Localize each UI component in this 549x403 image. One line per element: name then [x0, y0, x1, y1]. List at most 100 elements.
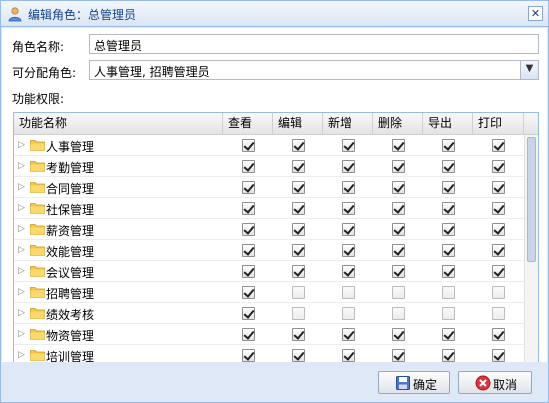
expand-arrow-icon[interactable]: ▷ [18, 308, 26, 318]
permission-checkbox-删除[interactable] [392, 349, 405, 362]
column-header-edit[interactable]: 编辑 [273, 113, 323, 134]
permission-checkbox-查看[interactable] [242, 265, 255, 278]
table-row[interactable]: ▷ 效能管理 [14, 240, 524, 261]
scrollbar-thumb[interactable] [527, 137, 536, 262]
table-row[interactable]: ▷ 考勤管理 [14, 156, 524, 177]
table-row[interactable]: ▷ 薪资管理 [14, 219, 524, 240]
permission-checkbox-导出[interactable] [442, 244, 455, 257]
permission-checkbox-导出[interactable] [442, 181, 455, 194]
assignable-role-combo[interactable]: 人事管理, 招聘管理员 ▼ [89, 60, 539, 80]
permission-checkbox-删除[interactable] [392, 265, 405, 278]
table-row[interactable]: ▷ 社保管理 [14, 198, 524, 219]
permission-checkbox-新增[interactable] [342, 181, 355, 194]
permission-checkbox-打印[interactable] [492, 307, 505, 320]
expand-arrow-icon[interactable]: ▷ [18, 224, 26, 234]
permission-checkbox-新增[interactable] [342, 328, 355, 341]
cancel-button[interactable]: 取消 [458, 371, 532, 394]
table-row[interactable]: ▷ 合同管理 [14, 177, 524, 198]
permission-checkbox-查看[interactable] [242, 349, 255, 362]
permission-checkbox-新增[interactable] [342, 244, 355, 257]
expand-arrow-icon[interactable]: ▷ [18, 329, 26, 339]
expand-arrow-icon[interactable]: ▷ [18, 350, 26, 360]
expand-arrow-icon[interactable]: ▷ [18, 266, 26, 276]
expand-arrow-icon[interactable]: ▷ [18, 287, 26, 297]
permission-checkbox-导出[interactable] [442, 202, 455, 215]
permission-checkbox-新增[interactable] [342, 349, 355, 362]
permission-checkbox-编辑[interactable] [292, 244, 305, 257]
permission-checkbox-删除[interactable] [392, 328, 405, 341]
permission-checkbox-新增[interactable] [342, 265, 355, 278]
expand-arrow-icon[interactable]: ▷ [18, 203, 26, 213]
column-header-name[interactable]: 功能名称 [14, 113, 223, 134]
permission-checkbox-打印[interactable] [492, 223, 505, 236]
expand-arrow-icon[interactable]: ▷ [18, 140, 26, 150]
permission-checkbox-新增[interactable] [342, 202, 355, 215]
permission-checkbox-打印[interactable] [492, 328, 505, 341]
permission-checkbox-导出[interactable] [442, 160, 455, 173]
permission-checkbox-编辑[interactable] [292, 349, 305, 362]
permission-checkbox-查看[interactable] [242, 181, 255, 194]
permission-checkbox-删除[interactable] [392, 244, 405, 257]
column-header-delete[interactable]: 删除 [373, 113, 423, 134]
ok-button[interactable]: 确定 [378, 371, 450, 394]
permission-checkbox-查看[interactable] [242, 139, 255, 152]
permission-checkbox-导出[interactable] [442, 328, 455, 341]
permission-checkbox-删除[interactable] [392, 139, 405, 152]
permission-checkbox-编辑[interactable] [292, 265, 305, 278]
permission-checkbox-新增[interactable] [342, 307, 355, 320]
expand-arrow-icon[interactable]: ▷ [18, 161, 26, 171]
permission-checkbox-编辑[interactable] [292, 328, 305, 341]
column-header-print[interactable]: 打印 [473, 113, 524, 134]
permission-checkbox-打印[interactable] [492, 139, 505, 152]
permission-checkbox-打印[interactable] [492, 349, 505, 362]
permission-checkbox-打印[interactable] [492, 202, 505, 215]
permission-checkbox-编辑[interactable] [292, 181, 305, 194]
permission-checkbox-查看[interactable] [242, 244, 255, 257]
permission-checkbox-删除[interactable] [392, 202, 405, 215]
permission-checkbox-打印[interactable] [492, 160, 505, 173]
permission-checkbox-新增[interactable] [342, 139, 355, 152]
table-row[interactable]: ▷ 招聘管理 [14, 282, 524, 303]
permission-checkbox-打印[interactable] [492, 244, 505, 257]
permission-checkbox-删除[interactable] [392, 181, 405, 194]
permission-checkbox-删除[interactable] [392, 286, 405, 299]
permission-checkbox-查看[interactable] [242, 286, 255, 299]
permission-checkbox-编辑[interactable] [292, 139, 305, 152]
column-header-view[interactable]: 查看 [223, 113, 273, 134]
table-row[interactable]: ▷ 绩效考核 [14, 303, 524, 324]
permission-checkbox-新增[interactable] [342, 160, 355, 173]
grid-scrollbar[interactable] [524, 135, 538, 383]
permission-checkbox-打印[interactable] [492, 265, 505, 278]
permission-checkbox-删除[interactable] [392, 223, 405, 236]
table-row[interactable]: ▷ 人事管理 [14, 135, 524, 156]
table-row[interactable]: ▷ 物资管理 [14, 324, 524, 345]
permission-checkbox-编辑[interactable] [292, 307, 305, 320]
permission-checkbox-查看[interactable] [242, 223, 255, 236]
column-header-export[interactable]: 导出 [423, 113, 473, 134]
permission-checkbox-查看[interactable] [242, 307, 255, 320]
permission-checkbox-新增[interactable] [342, 223, 355, 236]
permission-checkbox-删除[interactable] [392, 160, 405, 173]
permission-checkbox-查看[interactable] [242, 160, 255, 173]
permission-checkbox-导出[interactable] [442, 307, 455, 320]
permission-checkbox-编辑[interactable] [292, 160, 305, 173]
expand-arrow-icon[interactable]: ▷ [18, 245, 26, 255]
permission-checkbox-查看[interactable] [242, 328, 255, 341]
permission-checkbox-新增[interactable] [342, 286, 355, 299]
permission-checkbox-编辑[interactable] [292, 223, 305, 236]
column-header-add[interactable]: 新增 [323, 113, 373, 134]
permission-checkbox-删除[interactable] [392, 307, 405, 320]
dialog-titlebar[interactable]: 编辑角色：总管理员 ✕ [1, 1, 548, 27]
close-icon[interactable]: ✕ [528, 6, 543, 21]
role-name-input[interactable]: 总管理员 [89, 34, 539, 54]
permission-checkbox-编辑[interactable] [292, 286, 305, 299]
table-row[interactable]: ▷ 会议管理 [14, 261, 524, 282]
permission-checkbox-打印[interactable] [492, 286, 505, 299]
permission-checkbox-打印[interactable] [492, 181, 505, 194]
permission-checkbox-导出[interactable] [442, 265, 455, 278]
permission-checkbox-导出[interactable] [442, 286, 455, 299]
permission-checkbox-编辑[interactable] [292, 202, 305, 215]
chevron-down-icon[interactable]: ▼ [520, 61, 538, 79]
permission-checkbox-导出[interactable] [442, 223, 455, 236]
expand-arrow-icon[interactable]: ▷ [18, 182, 26, 192]
